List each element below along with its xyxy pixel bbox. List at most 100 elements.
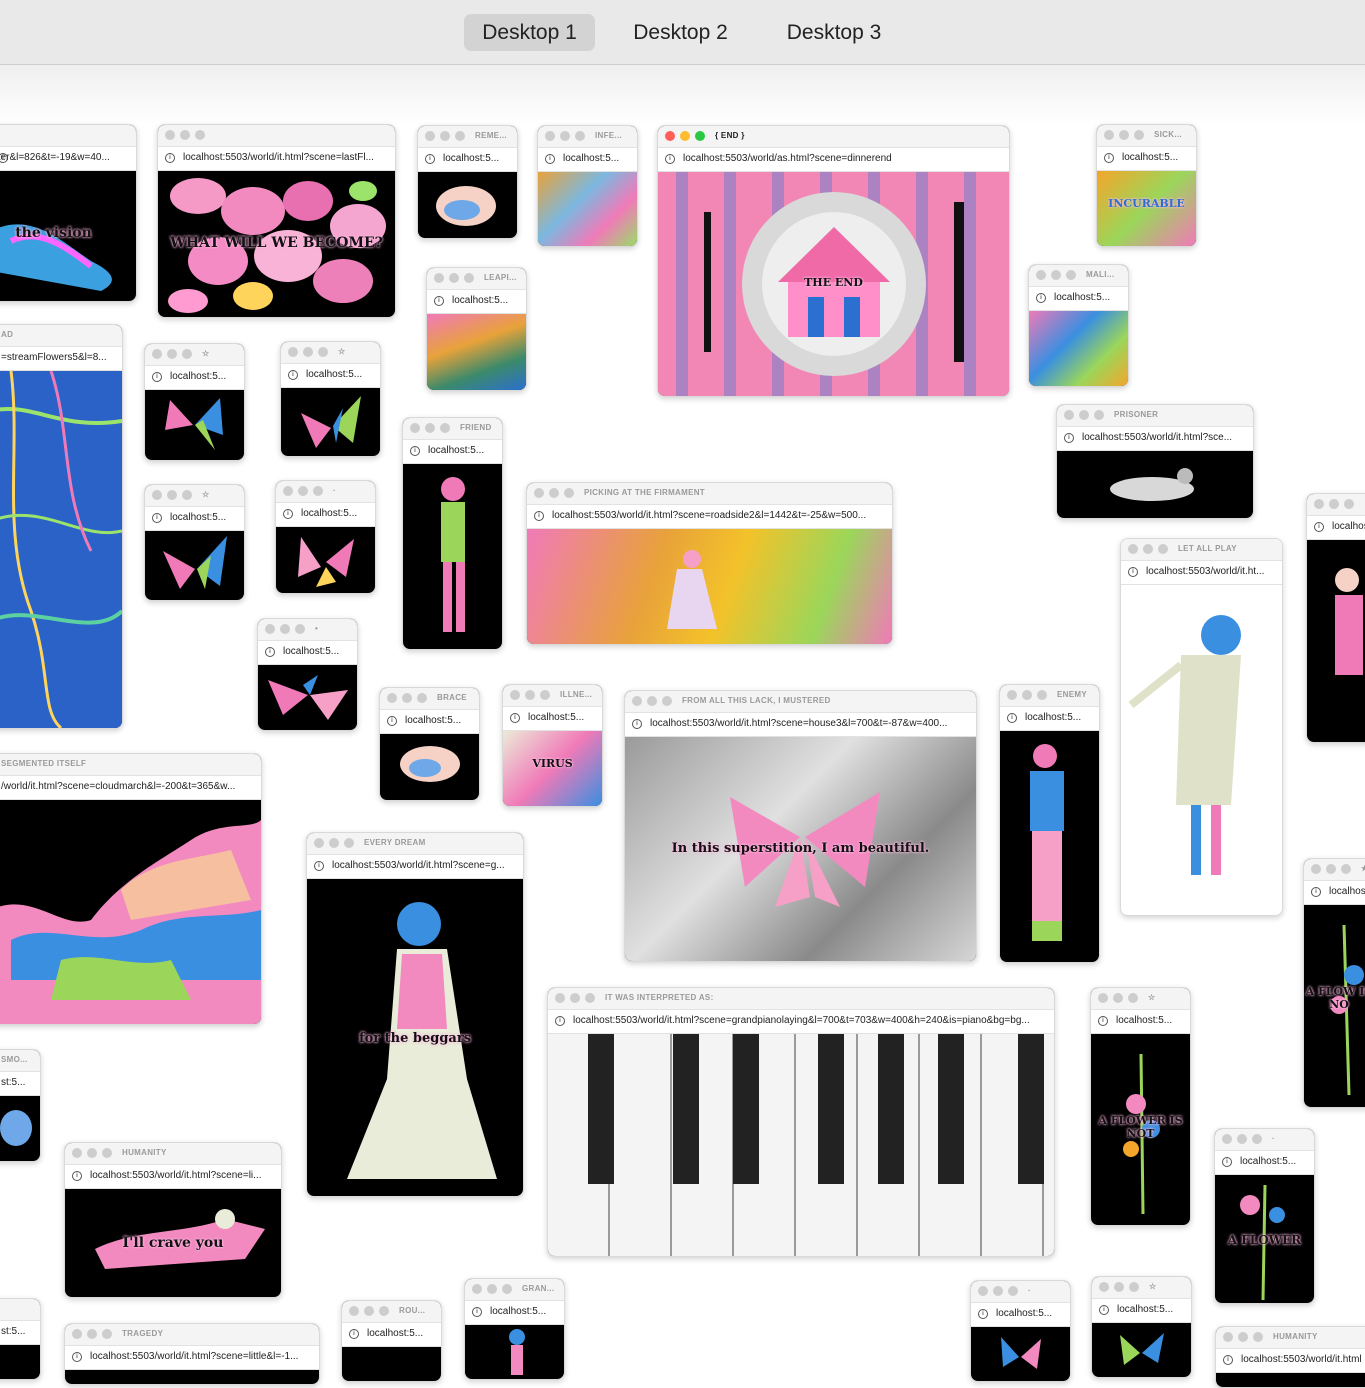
scene-content[interactable] bbox=[0, 1096, 40, 1161]
window-butterfly-1[interactable]: ☆ i localhost:5... bbox=[144, 343, 245, 461]
window-smo[interactable]: SMO... st:5... bbox=[0, 1049, 41, 1162]
window-controls[interactable] bbox=[472, 1284, 516, 1294]
title-bar[interactable]: REME... bbox=[418, 126, 517, 147]
title-bar[interactable]: SMO... bbox=[0, 1050, 40, 1071]
url-bar[interactable]: i localhost:5... bbox=[971, 1302, 1070, 1327]
title-bar[interactable]: AD bbox=[0, 325, 122, 346]
scene-content[interactable] bbox=[1057, 451, 1253, 518]
window-controls[interactable] bbox=[1064, 410, 1108, 420]
url-bar[interactable]: i localhost:5... bbox=[427, 289, 526, 314]
url-bar[interactable]: i localhost:5503/world/it.html?scene=gran… bbox=[548, 1009, 1054, 1034]
window-controls[interactable] bbox=[349, 1306, 393, 1316]
desktop-2-tab[interactable]: Desktop 2 bbox=[614, 14, 747, 51]
window-controls[interactable] bbox=[152, 490, 196, 500]
scene-content[interactable] bbox=[465, 1325, 564, 1379]
window-humanity[interactable]: HUMANITY i localhost:5503/world/it.html?s… bbox=[64, 1142, 282, 1298]
url-bar[interactable]: i localhost:5... bbox=[465, 1300, 564, 1325]
url-bar[interactable]: i localhost:5... bbox=[1092, 1298, 1191, 1323]
scene-content[interactable] bbox=[538, 172, 637, 246]
title-bar[interactable]: FROM ALL THIS LACK, I MUSTERED bbox=[625, 691, 976, 712]
window-controls[interactable] bbox=[555, 993, 599, 1003]
scene-content[interactable] bbox=[1029, 311, 1128, 386]
url-bar[interactable]: i localhost:5... bbox=[145, 365, 244, 390]
window-controls[interactable] bbox=[1007, 690, 1051, 700]
url-bar[interactable]: i localhost:5503/world/it.html?scene=hous… bbox=[625, 712, 976, 737]
url-bar[interactable]: i localhost:5... bbox=[418, 147, 517, 172]
window-controls[interactable] bbox=[1099, 1282, 1143, 1292]
url-bar[interactable]: st:5... bbox=[0, 1071, 40, 1096]
title-bar[interactable] bbox=[1307, 494, 1365, 515]
scene-content[interactable]: INCURABLE bbox=[1097, 171, 1196, 246]
scene-content[interactable] bbox=[258, 665, 357, 730]
window-edge-right-1[interactable]: i localhost bbox=[1306, 493, 1365, 743]
maximize-icon[interactable] bbox=[695, 131, 705, 141]
url-bar[interactable]: i localhost:5503/world/it.html?scene=road… bbox=[527, 504, 892, 529]
title-bar[interactable]: HUMANITY bbox=[1216, 1327, 1365, 1348]
scene-content[interactable] bbox=[1121, 585, 1282, 915]
scene-content[interactable] bbox=[0, 800, 261, 1024]
window-controls[interactable] bbox=[1098, 993, 1142, 1003]
window-segmented-itself[interactable]: SEGMENTED ITSELF /world/it.html?scene=cl… bbox=[0, 753, 262, 1025]
title-bar[interactable] bbox=[158, 125, 395, 146]
scene-content[interactable]: I'll crave you bbox=[65, 1189, 281, 1297]
title-bar[interactable]: ☆ bbox=[1091, 988, 1190, 1009]
window-controls[interactable] bbox=[1036, 270, 1080, 280]
scene-content[interactable] bbox=[418, 172, 517, 238]
window-humanity-2[interactable]: HUMANITY i localhost:5503/world/it.html bbox=[1215, 1326, 1365, 1388]
window-illne[interactable]: ILLNE... i localhost:5... VIRUS bbox=[502, 684, 603, 807]
url-bar[interactable]: i localhost:5503/world/it.html?scene=last… bbox=[158, 146, 395, 171]
window-sick[interactable]: SICK... i localhost:5... INCURABLE bbox=[1096, 124, 1197, 247]
scene-content[interactable] bbox=[145, 531, 244, 600]
title-bar[interactable]: LEAPI... bbox=[427, 268, 526, 289]
title-bar[interactable]: TRAGEDY bbox=[65, 1324, 319, 1345]
title-bar[interactable]: ENEMY bbox=[1000, 685, 1099, 706]
title-bar[interactable]: MALI... bbox=[1029, 265, 1128, 286]
close-icon[interactable] bbox=[665, 131, 675, 141]
window-brace[interactable]: BRACE i localhost:5... bbox=[379, 687, 480, 801]
window-controls[interactable] bbox=[152, 349, 196, 359]
title-bar[interactable]: IT WAS INTERPRETED AS: bbox=[548, 988, 1054, 1009]
desktop-3-tab[interactable]: Desktop 3 bbox=[766, 14, 902, 51]
scene-content[interactable]: A FLOWER IS NOT bbox=[1091, 1034, 1190, 1225]
window-let-all-play[interactable]: LET ALL PLAY i localhost:5503/world/it.ht… bbox=[1120, 538, 1283, 916]
window-reme[interactable]: REME... i localhost:5... bbox=[417, 125, 518, 239]
url-bar[interactable]: i localhost bbox=[1307, 515, 1365, 540]
title-bar[interactable]: SEGMENTED ITSELF bbox=[0, 754, 261, 775]
title-bar[interactable]: BRACE bbox=[380, 688, 479, 709]
window-controls[interactable] bbox=[1311, 864, 1355, 874]
scene-content[interactable] bbox=[1092, 1323, 1191, 1377]
window-flower-1[interactable]: ☆ i localhost:5... A FLOWER IS NOT bbox=[1090, 987, 1191, 1226]
window-controls[interactable] bbox=[1128, 544, 1172, 554]
title-bar[interactable]: PICKING AT THE FIRMAMENT bbox=[527, 483, 892, 504]
scene-content[interactable] bbox=[427, 314, 526, 390]
window-butterfly-2[interactable]: ☆ i localhost:5... bbox=[280, 341, 381, 457]
title-bar[interactable]: ★ bbox=[1304, 859, 1365, 880]
url-bar[interactable]: i localhost:5... bbox=[342, 1322, 441, 1347]
scene-content[interactable]: for the beggars bbox=[307, 879, 523, 1196]
window-infe[interactable]: INFE... i localhost:5... bbox=[537, 125, 638, 247]
window-butterfly-4[interactable]: · i localhost:5... bbox=[275, 480, 376, 594]
scene-content[interactable] bbox=[403, 464, 502, 649]
window-controls[interactable] bbox=[632, 696, 676, 706]
scene-content[interactable]: A FLOWER bbox=[1215, 1175, 1314, 1303]
window-controls[interactable] bbox=[72, 1148, 116, 1158]
scene-content[interactable] bbox=[342, 1347, 441, 1381]
url-bar[interactable]: i localhost:5... bbox=[1097, 146, 1196, 171]
url-bar[interactable]: /world/it.html?scene=cloudmarch&l=-200&t… bbox=[0, 775, 261, 800]
window-controls[interactable] bbox=[288, 347, 332, 357]
scene-content[interactable]: VIRUS bbox=[503, 731, 602, 806]
url-bar[interactable]: i localhost:5... bbox=[281, 363, 380, 388]
window-controls[interactable] bbox=[1104, 130, 1148, 140]
url-bar[interactable]: i localhost:5503/world/it.html?sce... bbox=[1057, 426, 1253, 451]
window-controls[interactable] bbox=[510, 690, 554, 700]
window-controls[interactable] bbox=[425, 131, 469, 141]
window-controls[interactable] bbox=[410, 423, 454, 433]
url-bar[interactable]: i localhost:5503/world/it.html?scene=li..… bbox=[65, 1164, 281, 1189]
window-controls[interactable] bbox=[1222, 1134, 1266, 1144]
window-enemy[interactable]: ENEMY i localhost:5... bbox=[999, 684, 1100, 963]
title-bar[interactable] bbox=[0, 1299, 40, 1320]
url-bar[interactable]: st:5... bbox=[0, 1320, 40, 1345]
url-bar[interactable]: i localhost:5... bbox=[1091, 1009, 1190, 1034]
url-bar[interactable]: i localhost:5... bbox=[503, 706, 602, 731]
url-bar[interactable]: i localhost:5... bbox=[403, 439, 502, 464]
